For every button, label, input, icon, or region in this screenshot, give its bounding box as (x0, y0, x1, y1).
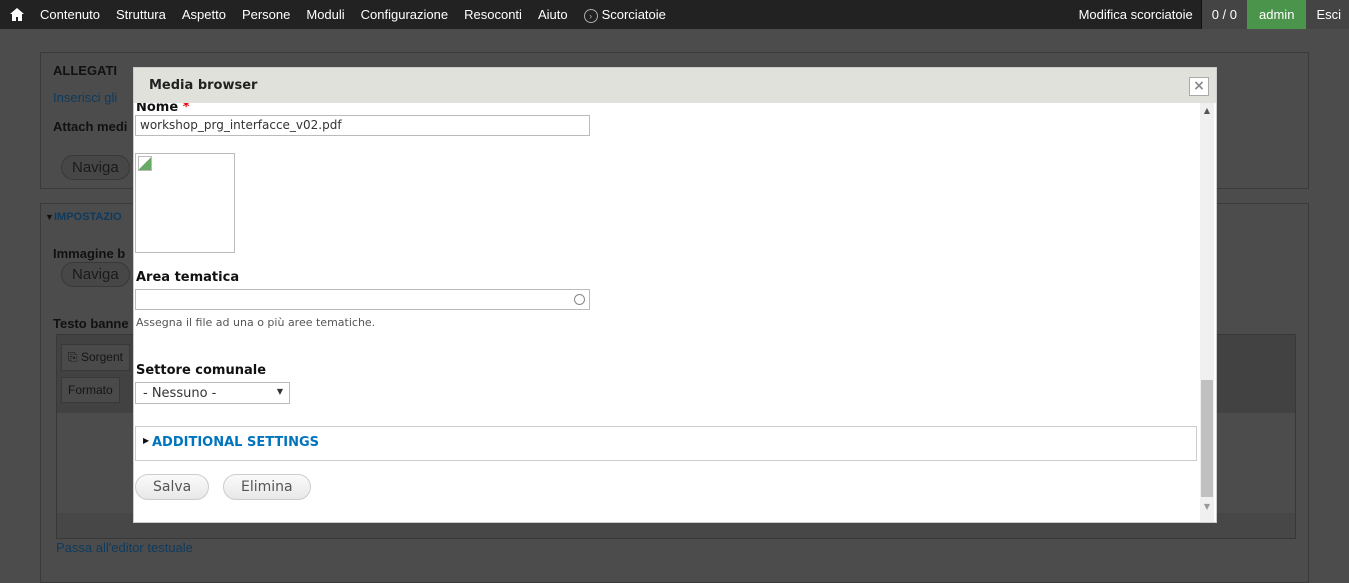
nome-label: Nome * (136, 103, 190, 115)
count-badge[interactable]: 0 / 0 (1200, 0, 1248, 29)
area-autocomplete-input[interactable] (135, 289, 590, 310)
file-thumbnail (135, 153, 235, 253)
menu-scorciatoie[interactable]: › Scorciatoie (576, 0, 674, 29)
logout-link[interactable]: Esci (1306, 0, 1349, 29)
additional-settings-fieldset[interactable]: ▶ ADDITIONAL SETTINGS (135, 426, 1197, 461)
area-help: Assegna il file ad una o più aree temati… (136, 316, 376, 329)
dialog-title: Media browser (149, 78, 258, 93)
menu-resoconti[interactable]: Resoconti (456, 0, 530, 29)
admin-toolbar: Contenuto Struttura Aspetto Persone Modu… (0, 0, 1349, 29)
settore-label: Settore comunale (136, 363, 267, 378)
format-dropdown[interactable]: Formato (61, 377, 120, 403)
source-icon: ⎘ (68, 350, 78, 364)
chevron-down-icon: ▼ (276, 387, 283, 396)
menu-struttura[interactable]: Struttura (108, 0, 174, 29)
triangle-down-icon: ▼ (45, 212, 54, 222)
menu-aspetto[interactable]: Aspetto (174, 0, 234, 29)
allegati-title: ALLEGATI (53, 63, 118, 78)
menu-contenuto[interactable]: Contenuto (32, 0, 108, 29)
scorciatoie-label: Scorciatoie (601, 7, 666, 22)
autocomplete-throbber-icon (574, 294, 585, 305)
broken-image-icon (138, 156, 152, 171)
switch-editor-link[interactable]: Passa all'editor testuale (56, 540, 193, 555)
menu-moduli[interactable]: Moduli (298, 0, 352, 29)
additional-settings-toggle[interactable]: ADDITIONAL SETTINGS (152, 435, 319, 450)
nome-input[interactable]: workshop_prg_interfacce_v02.pdf (135, 115, 590, 136)
close-icon[interactable]: × (1189, 77, 1209, 96)
user-link[interactable]: admin (1247, 0, 1307, 29)
scroll-up-icon[interactable]: ▲ (1200, 106, 1214, 115)
scrollbar-thumb[interactable] (1201, 380, 1213, 497)
attach-label: Attach medi (53, 119, 128, 134)
media-browser-dialog: Media browser × Nome * workshop_prg_inte… (133, 67, 1217, 523)
source-label: Sorgent (80, 350, 123, 364)
area-label: Area tematica (136, 270, 240, 285)
testo-label: Testo banne (53, 316, 129, 331)
naviga-button[interactable]: Naviga (61, 155, 130, 180)
menu-persone[interactable]: Persone (234, 0, 298, 29)
dialog-body: Nome * workshop_prg_interfacce_v02.pdf A… (134, 103, 1216, 522)
source-button[interactable]: ⎘ Sorgent (61, 344, 130, 371)
nome-label-text: Nome (136, 103, 179, 115)
chevron-right-circle-icon: › (583, 9, 598, 23)
immagine-label: Immagine b (53, 246, 126, 261)
scroll-down-icon[interactable]: ▼ (1200, 502, 1214, 511)
home-icon[interactable] (0, 8, 32, 21)
naviga-button-2[interactable]: Naviga (61, 262, 130, 287)
menu-aiuto[interactable]: Aiuto (530, 0, 576, 29)
delete-button[interactable]: Elimina (223, 474, 311, 500)
required-marker: * (182, 103, 190, 115)
settore-select[interactable]: - Nessuno - ▼ (135, 382, 290, 404)
triangle-right-icon: ▶ (143, 436, 150, 445)
scrollbar[interactable]: ▲ ▼ (1200, 103, 1214, 522)
impostazioni-toggle[interactable]: IMPOSTAZIO (54, 211, 122, 223)
edit-shortcuts-link[interactable]: Modifica scorciatoie (1071, 0, 1201, 29)
settore-value: - Nessuno - (143, 386, 217, 401)
save-button[interactable]: Salva (135, 474, 210, 500)
dialog-header: Media browser (134, 68, 1216, 103)
inserisci-text: Inserisci gli (53, 90, 118, 105)
menu-configurazione[interactable]: Configurazione (353, 0, 456, 29)
